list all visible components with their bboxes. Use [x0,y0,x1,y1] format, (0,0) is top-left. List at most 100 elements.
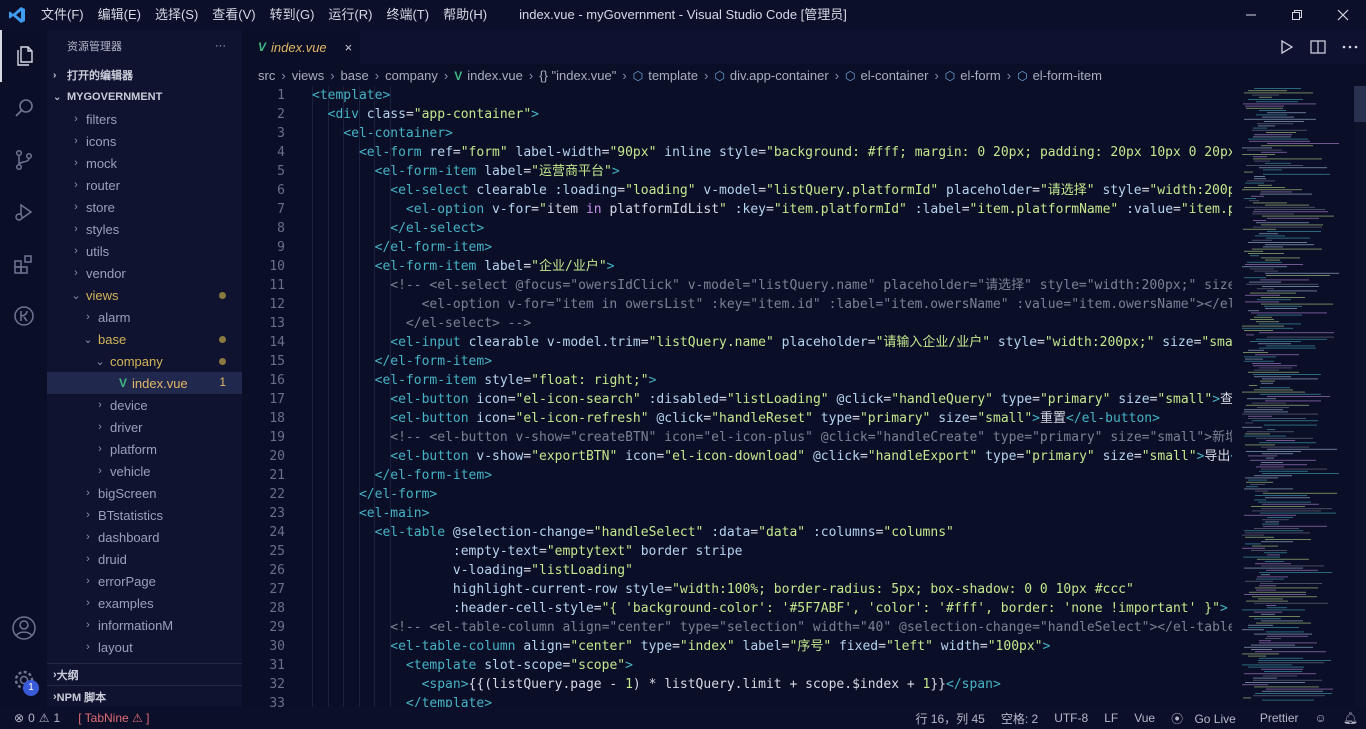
minimap-line [1242,327,1293,329]
menu-item[interactable]: 查看(V) [205,0,262,30]
folder-item[interactable]: › store [47,196,242,218]
code-text: <template> [312,86,390,105]
folder-item[interactable]: › informationM [47,614,242,636]
breadcrumb-item[interactable]: {} "index.vue" [539,68,616,83]
minimap-line [1261,541,1293,543]
minimap[interactable] [1238,86,1354,707]
remote-explorer-icon[interactable] [0,290,47,342]
folder-item[interactable]: › layout [47,636,242,658]
encoding[interactable]: UTF-8 [1046,711,1096,725]
go-live-button[interactable]: ⦿ Go Live [1163,710,1252,727]
feedback-icon[interactable]: ☺ [1307,711,1335,725]
folder-item[interactable]: › BTstatistics [47,504,242,526]
language-mode[interactable]: Vue [1126,711,1163,725]
outline-section[interactable]: › 大纲 [47,663,242,685]
line-ending[interactable]: LF [1096,711,1126,725]
file-item[interactable]: Vindex.vue 1 [47,372,242,394]
folder-item[interactable]: › examples [47,592,242,614]
warning-count[interactable]: 1 [54,711,61,725]
minimize-icon[interactable] [1228,0,1274,30]
breadcrumb-item[interactable]: company [385,68,438,83]
folder-item[interactable]: › mock [47,152,242,174]
folder-item[interactable]: ⌄ company [47,350,242,372]
folder-item[interactable]: › styles [47,218,242,240]
folder-item[interactable]: › errorPage [47,570,242,592]
run-debug-icon[interactable] [0,186,47,238]
folder-item[interactable]: › druid [47,548,242,570]
minimap-line [1253,156,1267,158]
tab-close-icon[interactable]: × [345,40,353,55]
source-control-icon[interactable] [0,134,47,186]
extensions-icon[interactable] [0,238,47,290]
code-line: 20 <el-button v-show="exportBTN" icon="e… [242,447,1232,466]
folder-item[interactable]: › alarm [47,306,242,328]
folder-item[interactable]: › platform [47,438,242,460]
folder-item[interactable]: › device [47,394,242,416]
scrollbar-thumb[interactable] [1354,86,1366,122]
error-count[interactable]: 0 [28,711,35,725]
minimap-line [1259,585,1276,587]
code-token: style [719,145,759,160]
code-editor[interactable]: 1 <template> 2 <div class="app-container">… [242,86,1232,707]
notifications-bell-icon[interactable]: 🔔︎ [1335,711,1366,725]
code-token: <template> [312,88,391,103]
indentation[interactable]: 空格: 2 [993,710,1046,727]
close-icon[interactable] [1320,0,1366,30]
minimap-line [1264,121,1304,122]
minimap-line [1263,492,1337,494]
explorer-icon[interactable] [0,30,47,82]
folder-item[interactable]: › driver [47,416,242,438]
tabnine-status[interactable]: [ TabNine ⚠ ] [78,711,149,725]
search-icon[interactable] [0,82,47,134]
menu-item[interactable]: 转到(G) [263,0,322,30]
code-token: slot-scope [484,658,563,673]
cursor-position[interactable]: 行 16，列 45 [907,710,992,727]
menu-item[interactable]: 选择(S) [148,0,205,30]
folder-item[interactable]: › vehicle [47,460,242,482]
open-editors-section[interactable]: › 打开的编辑器 [47,64,242,86]
vertical-scrollbar[interactable] [1354,86,1366,707]
code-token: <!-- <el-button v-show="createBTN" icon=… [390,430,1232,445]
warning-icon[interactable]: ⚠ [39,711,50,725]
tab-index-vue[interactable]: V index.vue × [242,30,360,64]
folder-item[interactable]: › router [47,174,242,196]
minimap-line [1259,572,1332,573]
project-section[interactable]: ⌄ MYGOVERNMENT [47,86,242,108]
folder-item[interactable]: › utils [47,240,242,262]
folder-item[interactable]: ⌄ views [47,284,242,306]
breadcrumb-item[interactable]: ⬡ div.app-container [714,68,828,83]
minimap-line [1261,224,1323,226]
menu-item[interactable]: 帮助(H) [436,0,494,30]
more-actions-icon[interactable] [1334,30,1366,64]
prettier-status[interactable]: Prettier [1252,711,1307,725]
folder-item[interactable]: ⌄ base [47,328,242,350]
breadcrumb-item[interactable]: Vindex.vue [454,68,523,83]
menu-item[interactable]: 文件(F) [34,0,91,30]
menu-item[interactable]: 终端(T) [379,0,436,30]
breadcrumb-item[interactable]: src [258,68,275,83]
minimap-line [1252,94,1279,96]
npm-scripts-section[interactable]: › NPM 脚本 [47,685,242,707]
breadcrumb-item[interactable]: ⬡ template [633,68,698,83]
settings-gear-icon[interactable]: 1 [0,654,47,706]
breadcrumb-item[interactable]: views [292,68,325,83]
folder-item[interactable]: › bigScreen [47,482,242,504]
folder-item[interactable]: › icons [47,130,242,152]
folder-item[interactable]: › dashboard [47,526,242,548]
restore-icon[interactable] [1274,0,1320,30]
more-actions-icon[interactable]: ··· [215,40,226,52]
error-icon[interactable]: ⊗ [14,711,24,725]
breadcrumb-item[interactable]: base [341,68,369,83]
code-token: </el-select> --> [405,316,532,331]
folder-item[interactable]: › filters [47,108,242,130]
breadcrumb-item[interactable]: ⬡ el-container [845,68,928,83]
account-icon[interactable] [0,602,47,654]
menu-item[interactable]: 编辑(E) [91,0,148,30]
run-icon[interactable] [1270,30,1302,64]
breadcrumb-item[interactable]: ⬡ el-form [945,68,1001,83]
menu-item[interactable]: 运行(R) [321,0,379,30]
split-editor-icon[interactable] [1302,30,1334,64]
breadcrumb-item[interactable]: ⬡ el-form-item [1017,68,1102,83]
folder-item[interactable]: › vendor [47,262,242,284]
